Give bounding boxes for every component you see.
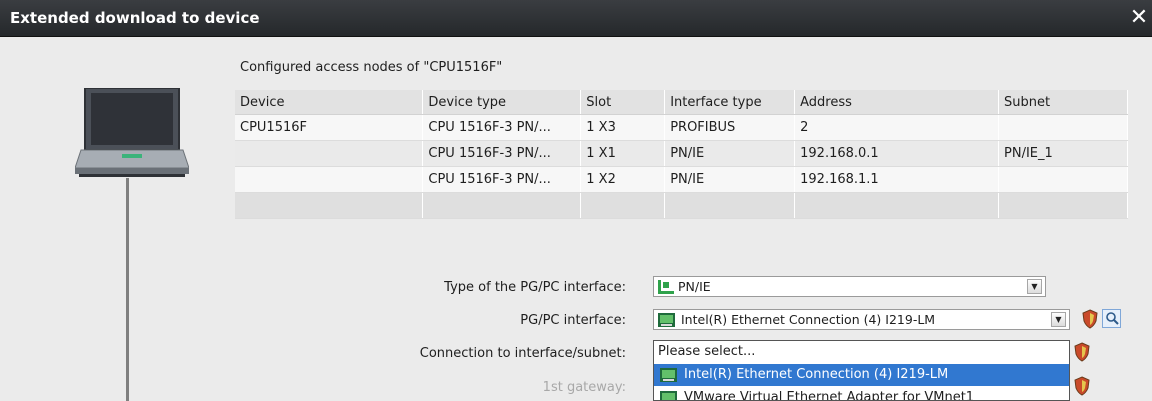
table-cell: PN/IE_1 [998, 140, 1128, 167]
gateway-label: 1st gateway: [542, 380, 626, 395]
table-cell [580, 192, 666, 219]
table-cell: 1 X3 [580, 114, 666, 141]
pgpc-interface-select[interactable]: Intel(R) Ethernet Connection (4) I219-LM… [653, 309, 1070, 330]
search-device-icon [1106, 312, 1119, 325]
network-card-icon [660, 368, 677, 382]
column-header[interactable]: Address [794, 90, 1000, 115]
table-row[interactable]: CPU 1516F-3 PN/... 1 X2 PN/IE 192.168.1.… [235, 166, 1128, 193]
table-cell [998, 192, 1128, 219]
laptop-icon [75, 88, 189, 177]
table-cell: CPU 1516F-3 PN/... [422, 114, 582, 141]
table-row[interactable]: CPU1516F CPU 1516F-3 PN/... 1 X3 PROFIBU… [235, 114, 1128, 141]
access-nodes-table: Device Device type Slot Interface type A… [235, 90, 1128, 219]
table-cell [664, 192, 796, 219]
table-cell: CPU 1516F-3 PN/... [422, 166, 582, 193]
pn-ie-network-icon [658, 280, 674, 294]
shield-icon[interactable] [1081, 309, 1099, 329]
table-cell: 2 [794, 114, 1000, 141]
table-cell [235, 192, 424, 219]
chevron-down-icon[interactable]: ▼ [1027, 279, 1042, 294]
table-row[interactable] [235, 192, 1128, 219]
table-cell [794, 192, 1000, 219]
dialog-titlebar: Extended download to device ✕ [0, 0, 1152, 37]
table-row[interactable]: CPU 1516F-3 PN/... 1 X1 PN/IE 192.168.0.… [235, 140, 1128, 167]
pgpc-interface-value: Intel(R) Ethernet Connection (4) I219-LM [681, 312, 936, 327]
shield-icon[interactable] [1073, 342, 1091, 362]
chevron-down-icon[interactable]: ▼ [1051, 312, 1066, 327]
dropdown-option[interactable]: VMware Virtual Ethernet Adapter for VMne… [654, 387, 1069, 401]
table-cell [998, 114, 1128, 141]
column-header[interactable]: Interface type [664, 90, 796, 115]
table-cell: CPU 1516F-3 PN/... [422, 140, 582, 167]
table-cell: PN/IE [664, 140, 796, 167]
column-header[interactable]: Device [235, 90, 424, 115]
connection-line [126, 178, 129, 401]
column-header[interactable]: Slot [580, 90, 666, 115]
table-cell: 192.168.1.1 [794, 166, 1000, 193]
table-cell [235, 166, 424, 193]
connection-label: Connection to interface/subnet: [419, 346, 626, 361]
table-cell [235, 140, 424, 167]
table-header-row: Device Device type Slot Interface type A… [235, 90, 1128, 115]
network-card-icon [660, 391, 677, 400]
table-cell: CPU1516F [235, 114, 424, 141]
table-cell [422, 192, 582, 219]
dropdown-option-label: Please select... [658, 344, 756, 359]
dropdown-option-selected[interactable]: Intel(R) Ethernet Connection (4) I219-LM [654, 364, 1069, 386]
table-cell: 192.168.0.1 [794, 140, 1000, 167]
dropdown-option-label: VMware Virtual Ethernet Adapter for VMne… [684, 390, 975, 401]
table-cell: 1 X1 [580, 140, 666, 167]
dropdown-option[interactable]: Please select... [654, 341, 1069, 363]
table-cell: 1 X2 [580, 166, 666, 193]
nodes-title: Configured access nodes of "CPU1516F" [240, 60, 503, 75]
dropdown-option-label: Intel(R) Ethernet Connection (4) I219-LM [684, 367, 949, 382]
table-cell: PROFIBUS [664, 114, 796, 141]
search-device-button[interactable] [1102, 309, 1121, 328]
shield-icon[interactable] [1073, 376, 1091, 396]
dialog-title: Extended download to device [10, 9, 260, 27]
pgpc-interface-dropdown: Please select... Intel(R) Ethernet Conne… [653, 340, 1070, 401]
column-header[interactable]: Subnet [998, 90, 1128, 115]
interface-type-select[interactable]: PN/IE ▼ [653, 276, 1046, 297]
close-icon[interactable]: ✕ [1126, 4, 1152, 32]
pgpc-label: PG/PC interface: [520, 313, 626, 328]
table-cell: PN/IE [664, 166, 796, 193]
type-label: Type of the PG/PC interface: [444, 280, 626, 295]
interface-type-value: PN/IE [678, 279, 711, 294]
table-cell [998, 166, 1128, 193]
column-header[interactable]: Device type [422, 90, 582, 115]
network-card-icon [658, 313, 675, 327]
